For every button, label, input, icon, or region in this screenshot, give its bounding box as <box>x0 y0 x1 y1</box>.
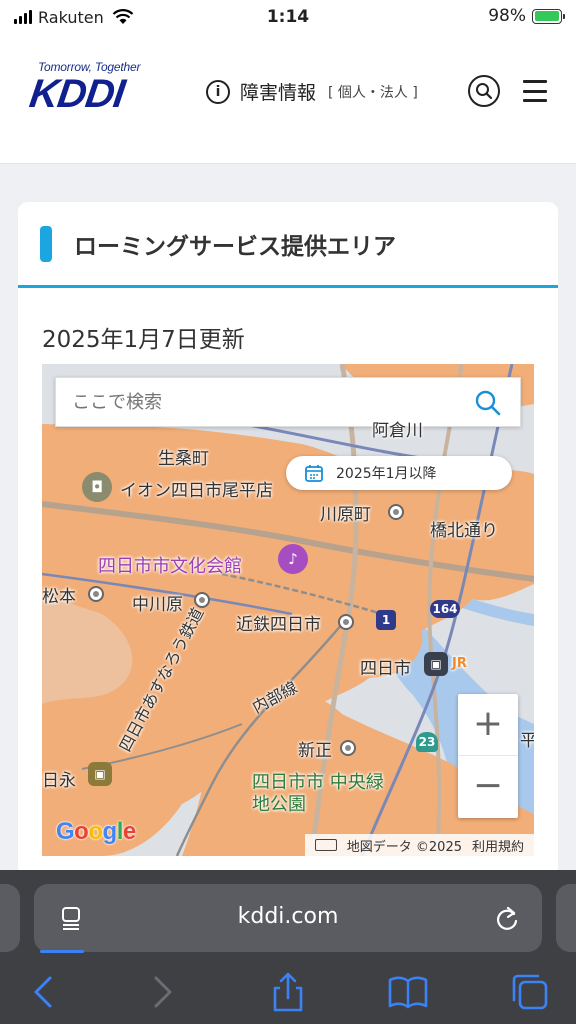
keyboard-icon[interactable] <box>314 839 337 851</box>
terms-link[interactable]: 利用規約 <box>472 836 524 855</box>
battery-percent: 98% <box>488 6 526 26</box>
map-label-jr: JR <box>452 656 467 671</box>
browser-toolbar <box>0 970 576 1024</box>
back-icon[interactable] <box>22 970 66 1014</box>
site-header: Tomorrow, Together KDDI i 障害情報 [ 個人・法人 ] <box>0 34 576 164</box>
reload-icon[interactable] <box>494 904 520 932</box>
map-label-matsumoto: 松本 <box>42 587 76 607</box>
route-shield-23: 23 <box>416 732 438 752</box>
search-icon <box>476 83 493 100</box>
map-search-input[interactable] <box>72 391 452 413</box>
station-kintetsu-icon <box>338 614 354 630</box>
bookmarks-icon[interactable] <box>386 970 430 1014</box>
shopping-bag-icon: ◘ <box>82 472 112 502</box>
wifi-icon <box>112 9 134 24</box>
map-search-box[interactable] <box>55 377 521 427</box>
load-progress <box>40 950 84 953</box>
station-kawarada-icon <box>388 504 404 520</box>
music-venue-icon: ♪ <box>278 544 308 574</box>
map-label-hinaga: 日永 <box>42 771 76 791</box>
outage-info-link[interactable]: i 障害情報 [ 個人・法人 ] <box>206 78 418 105</box>
map-label-bunka: 四日市市文化会館 <box>98 556 242 577</box>
battery-level <box>534 11 559 21</box>
route-shield-1: 1 <box>376 610 396 630</box>
station-nakagawara-icon <box>194 592 210 608</box>
map-label-chuo-park: 四日市市 中央緑地公園 <box>252 772 384 815</box>
page-title: ローミングサービス提供エリア <box>74 233 396 260</box>
map-label-akura: 阿倉川 <box>372 421 423 441</box>
zoom-in-button[interactable]: + <box>458 694 518 756</box>
map-label-kawarada: 川原町 <box>320 505 371 525</box>
battery-status: 98% <box>488 6 565 26</box>
map-label-nakagawara: 中川原 <box>132 595 183 615</box>
title-accent <box>40 225 52 262</box>
status-bar: Rakuten 1:14 98% <box>0 0 576 34</box>
station-shinsho-icon <box>340 740 356 756</box>
map-label-shinsho: 新正 <box>298 741 332 761</box>
coverage-map[interactable]: 2025年1月以降 生桑町 ◘ イオン四日市尾平店 川原町 橋北通り 阿倉川 四… <box>42 364 534 856</box>
calendar-icon <box>305 465 323 482</box>
next-tab-edge[interactable] <box>556 884 576 952</box>
zoom-controls: + − <box>458 694 518 818</box>
forward-icon[interactable] <box>140 970 184 1014</box>
map-label-kyobashi: 橋北通り <box>430 521 498 541</box>
map-data-credit[interactable]: 地図データ ©2025 <box>347 836 462 855</box>
hamburger-icon <box>523 80 547 83</box>
date-filter-label: 2025年1月以降 <box>336 466 437 482</box>
station-matsumoto-icon <box>88 586 104 602</box>
route-shield-164: 164 <box>430 600 460 618</box>
battery-icon <box>532 8 565 24</box>
train-station-icon: ▣ <box>424 652 448 676</box>
search-button[interactable] <box>468 75 500 107</box>
menu-button[interactable] <box>523 80 547 102</box>
map-label-kintetsu: 近鉄四日市 <box>236 615 321 635</box>
url-text[interactable]: kddi.com <box>34 904 542 929</box>
share-icon[interactable] <box>266 970 310 1014</box>
map-label-hiraza: 平 <box>520 731 534 751</box>
carrier-name: Rakuten <box>38 7 104 27</box>
browser-chrome: kddi.com <box>0 870 576 1024</box>
logo-mark: KDDI <box>26 72 127 116</box>
card-header: ローミングサービス提供エリア <box>18 202 558 288</box>
map-label-ikuwa: 生桑町 <box>158 449 209 469</box>
tabs-icon[interactable] <box>508 970 552 1014</box>
updated-date: 2025年1月7日更新 <box>42 327 245 353</box>
map-search-icon[interactable] <box>474 389 502 417</box>
prev-tab-edge[interactable] <box>0 884 20 952</box>
map-label-yokkaichi: 四日市 <box>360 659 411 679</box>
signal-icon <box>14 10 32 24</box>
outage-info-label: 障害情報 <box>240 82 317 104</box>
address-bar[interactable]: kddi.com <box>34 884 542 952</box>
date-filter-pill[interactable]: 2025年1月以降 <box>286 456 512 490</box>
info-icon: i <box>206 79 230 104</box>
map-label-aeon: イオン四日市尾平店 <box>120 481 273 501</box>
train-hinaga-icon: ▣ <box>88 762 112 786</box>
kddi-logo[interactable]: Tomorrow, Together KDDI <box>26 60 156 116</box>
zoom-out-button[interactable]: − <box>458 756 518 818</box>
map-attribution: 地図データ ©2025 利用規約 <box>304 834 534 856</box>
google-logo: Google <box>56 818 136 845</box>
outage-info-sub: [ 個人・法人 ] <box>328 84 418 101</box>
